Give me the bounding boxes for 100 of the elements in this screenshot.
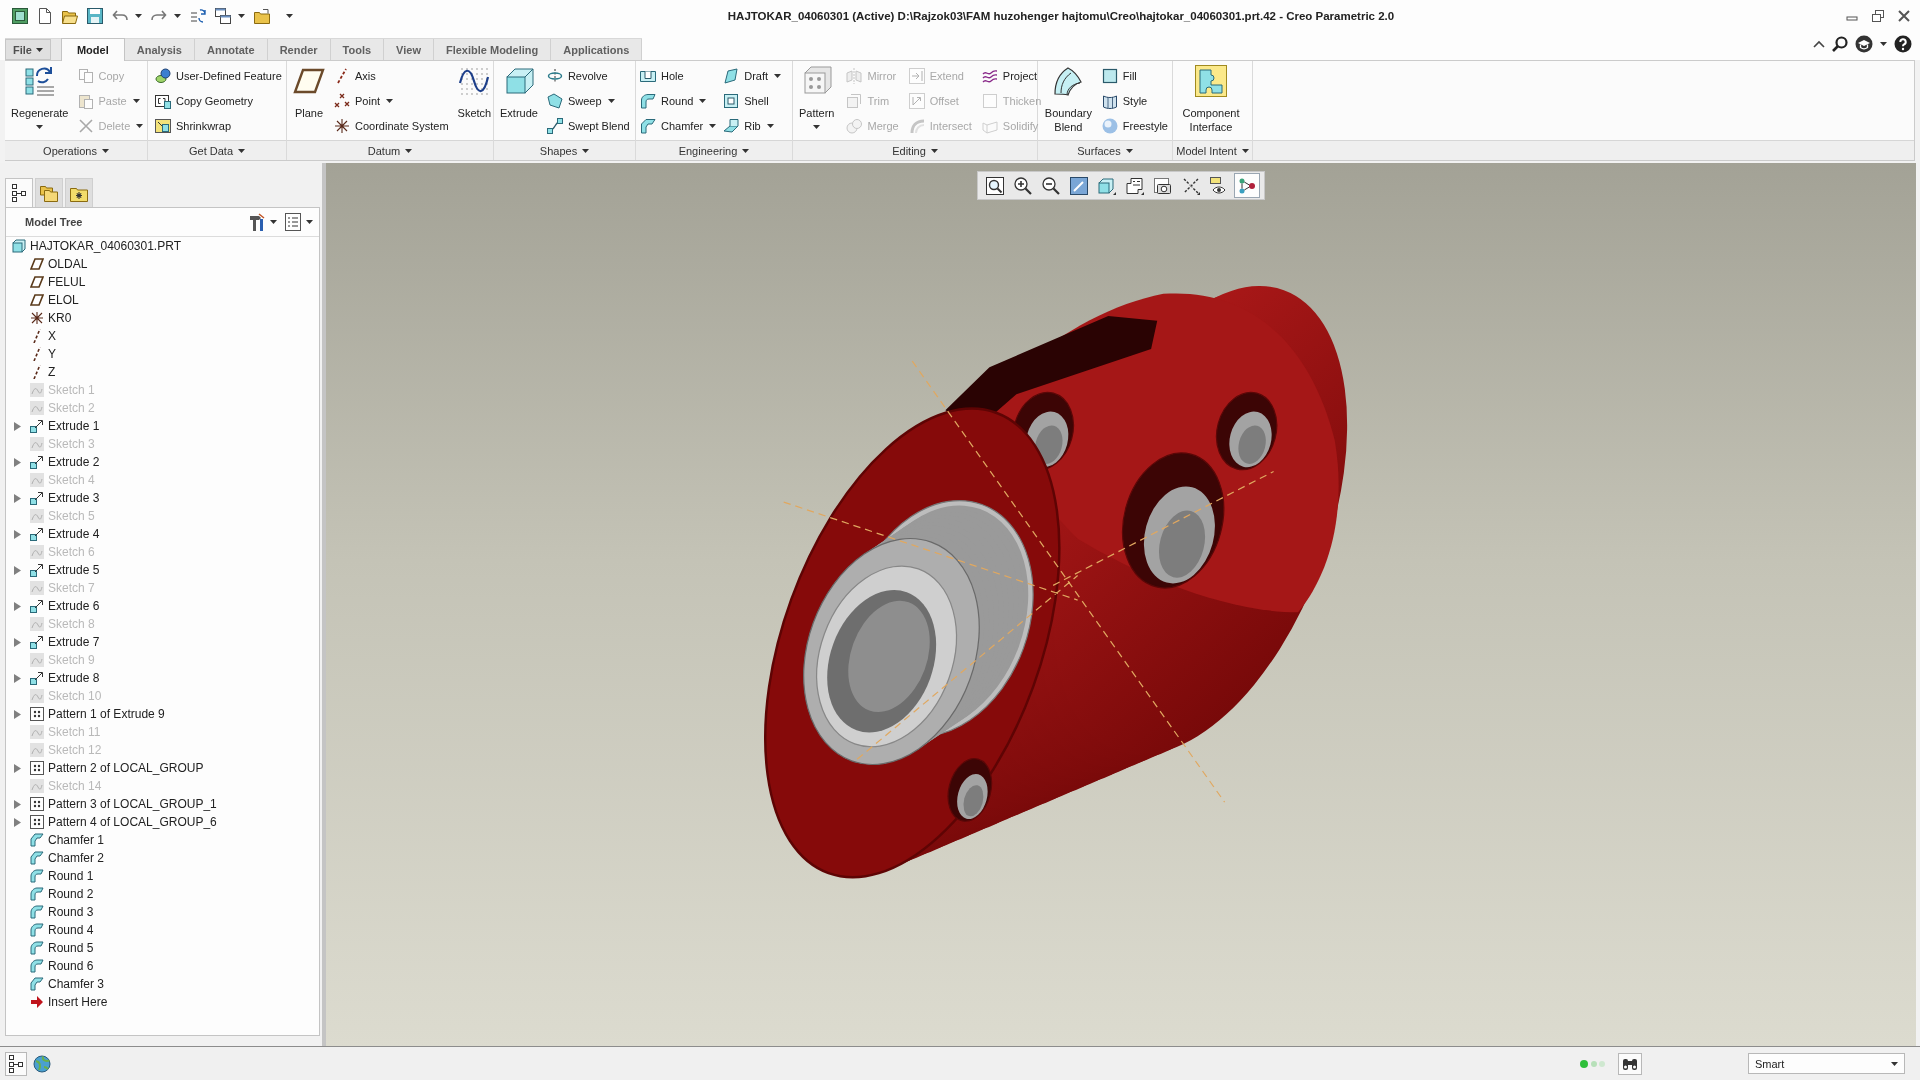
- tree-item[interactable]: Pattern 4 of LOCAL_GROUP_6: [30, 813, 217, 831]
- list-arrows-icon[interactable]: [190, 8, 206, 24]
- search-icon[interactable]: [1832, 36, 1848, 52]
- windows-icon[interactable]: [215, 8, 231, 24]
- tree-item[interactable]: Chamfer 3: [30, 975, 105, 993]
- ribbon-button[interactable]: Style: [1100, 89, 1149, 112]
- expand-arrow-icon[interactable]: [14, 709, 21, 719]
- ribbon-button[interactable]: Axis: [333, 64, 377, 87]
- tree-item[interactable]: Z: [30, 363, 56, 381]
- list-icon[interactable]: [285, 213, 301, 231]
- tree-item[interactable]: Extrude 7: [30, 633, 100, 651]
- close-icon[interactable]: [1898, 10, 1910, 22]
- expand-arrow-icon[interactable]: [14, 421, 21, 431]
- cad-app-icon[interactable]: [12, 8, 28, 24]
- ribbon-button[interactable]: Boundary Blend: [1041, 63, 1096, 134]
- ribbon-tab[interactable]: Model: [60, 38, 125, 61]
- ribbon-button[interactable]: Sweep: [545, 89, 603, 112]
- tree-item[interactable]: X: [30, 327, 56, 345]
- ribbon-button[interactable]: Rib: [722, 114, 762, 137]
- tree-item[interactable]: Pattern 1 of Extrude 9: [30, 705, 165, 723]
- ribbon-button[interactable]: Copy Geometry: [154, 89, 255, 112]
- tree-item[interactable]: Round 6: [30, 957, 94, 975]
- ribbon-button[interactable]: Project: [980, 64, 1039, 87]
- menu-button[interactable]: File: [5, 39, 51, 60]
- tree-item[interactable]: Pattern 3 of LOCAL_GROUP_1: [30, 795, 217, 813]
- restore-icon[interactable]: [1872, 10, 1884, 22]
- tree-item[interactable]: Extrude 8: [30, 669, 100, 687]
- ribbon-button[interactable]: Pattern: [796, 63, 838, 120]
- tree-item[interactable]: Round 5: [30, 939, 94, 957]
- tree-item[interactable]: Insert Here: [30, 993, 108, 1011]
- tree-item[interactable]: Extrude 6: [30, 597, 100, 615]
- tree-item[interactable]: Extrude 1: [30, 417, 100, 435]
- folder-icon[interactable]: [254, 8, 270, 24]
- group-menu-button[interactable]: Surfaces: [1038, 140, 1172, 160]
- ribbon-button[interactable]: Revolve: [545, 64, 609, 87]
- expand-arrow-icon[interactable]: [14, 565, 21, 575]
- group-menu-button[interactable]: Editing: [793, 140, 1037, 160]
- caret-icon[interactable]: [607, 98, 615, 103]
- tree-item[interactable]: Round 4: [30, 921, 94, 939]
- expand-arrow-icon[interactable]: [14, 529, 21, 539]
- ribbon-button[interactable]: Point: [333, 89, 382, 112]
- navigator-tab[interactable]: [5, 178, 33, 207]
- save-icon[interactable]: [87, 8, 103, 24]
- tree-item[interactable]: ELOL: [30, 291, 79, 309]
- ribbon-button[interactable]: Shrinkwrap: [154, 114, 233, 137]
- group-menu-button[interactable]: Get Data: [148, 140, 286, 160]
- ribbon-button[interactable]: Sketch: [454, 63, 495, 120]
- caret-icon[interactable]: [306, 220, 313, 224]
- chevron-up-icon[interactable]: [1813, 40, 1825, 48]
- tree-item[interactable]: Extrude 5: [30, 561, 100, 579]
- tree-item[interactable]: Pattern 2 of LOCAL_GROUP: [30, 759, 204, 777]
- tree-item[interactable]: OLDAL: [30, 255, 88, 273]
- blank-page-icon[interactable]: [37, 8, 53, 24]
- group-menu-button[interactable]: Operations: [5, 140, 147, 160]
- ribbon-button[interactable]: Hole: [639, 64, 685, 87]
- ribbon-button[interactable]: Extrude: [497, 63, 541, 120]
- tree-item[interactable]: Round 3: [30, 903, 94, 921]
- expand-arrow-icon[interactable]: [14, 817, 21, 827]
- tree-item[interactable]: Chamfer 1: [30, 831, 105, 849]
- ribbon-button[interactable]: Shell: [722, 89, 770, 112]
- tree-item[interactable]: Round 2: [30, 885, 94, 903]
- group-menu-button[interactable]: Model Intent: [1173, 140, 1252, 160]
- caret-icon[interactable]: [270, 220, 277, 224]
- tree-item[interactable]: FELUL: [30, 273, 86, 291]
- group-menu-button[interactable]: Datum: [287, 140, 493, 160]
- ribbon-button[interactable]: Freestyle: [1100, 114, 1169, 137]
- caret-icon[interactable]: [766, 123, 774, 128]
- ribbon-button[interactable]: Regenerate: [8, 63, 72, 120]
- caret-icon[interactable]: [709, 123, 717, 128]
- graduation-cap-icon[interactable]: [1855, 35, 1873, 53]
- expand-arrow-icon[interactable]: [14, 799, 21, 809]
- caret-icon[interactable]: [36, 125, 44, 129]
- ribbon-button[interactable]: Round: [639, 89, 695, 112]
- caret-icon[interactable]: [238, 14, 245, 18]
- view-tool-button[interactable]: [1234, 173, 1260, 198]
- hammer-icon[interactable]: [249, 213, 265, 231]
- tree-item[interactable]: Chamfer 2: [30, 849, 105, 867]
- tree-item[interactable]: Extrude 2: [30, 453, 100, 471]
- caret-icon[interactable]: [774, 73, 782, 78]
- caret-icon[interactable]: [813, 125, 821, 129]
- expand-arrow-icon[interactable]: [14, 601, 21, 611]
- caret-icon[interactable]: [174, 14, 181, 18]
- caret-icon[interactable]: [135, 14, 142, 18]
- caret-icon[interactable]: [386, 98, 394, 103]
- tree-item[interactable]: Y: [30, 345, 56, 363]
- caret-icon[interactable]: [699, 98, 707, 103]
- tree-item[interactable]: Extrude 3: [30, 489, 100, 507]
- ribbon-button[interactable]: Chamfer: [639, 114, 705, 137]
- expand-arrow-icon[interactable]: [14, 637, 21, 647]
- caret-icon[interactable]: [286, 14, 293, 18]
- tree-item[interactable]: HAJTOKAR_04060301.PRT: [12, 237, 181, 255]
- expand-arrow-icon[interactable]: [14, 493, 21, 503]
- group-menu-button[interactable]: Shapes: [494, 140, 635, 160]
- tree-item[interactable]: Round 1: [30, 867, 94, 885]
- caret-icon[interactable]: [1880, 42, 1887, 46]
- help-icon[interactable]: [1894, 35, 1912, 53]
- panel-toggle-button[interactable]: [5, 1051, 27, 1076]
- ribbon-button[interactable]: Coordinate System: [333, 114, 450, 137]
- ribbon-button[interactable]: Plane: [290, 63, 328, 120]
- open-folder-icon[interactable]: [62, 8, 78, 24]
